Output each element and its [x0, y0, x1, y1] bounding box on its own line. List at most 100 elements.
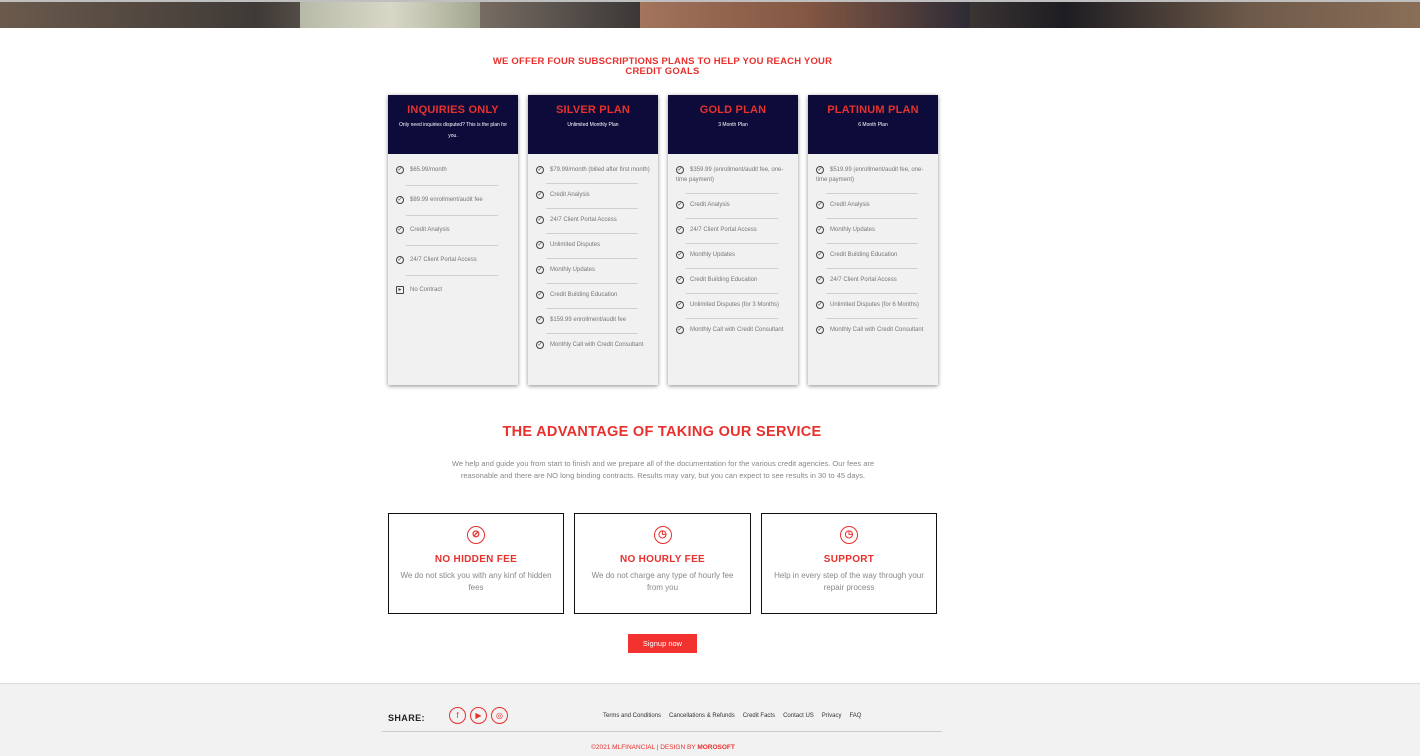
- check-icon: ✓: [816, 276, 824, 284]
- signup-button[interactable]: Signup now: [628, 634, 697, 653]
- plans-container: INQUIRIES ONLY Only need inquiries dispu…: [388, 95, 940, 385]
- share-label: SHARE:: [388, 713, 425, 723]
- plan-feature: ▸ No Contract: [396, 285, 510, 304]
- check-icon: ✓: [536, 291, 544, 299]
- plan-feature: ✓ 24/7 Client Portal Access: [536, 215, 650, 234]
- plan-feature-list: ✓ $359.99 (enrollment/audit fee, one-time…: [668, 154, 798, 344]
- check-icon: ✓: [676, 276, 684, 284]
- plan-feature: ✓ 24/7 Client Portal Access: [816, 275, 930, 294]
- plan-feature: ✓ Credit Building Education: [536, 290, 650, 309]
- plan-feature: ✓ Monthly Call with Credit Consultant: [676, 326, 784, 334]
- plan-feature-list: ✓ $65.99/month ✓ $89.99 enrollment/audit f…: [388, 154, 518, 304]
- check-icon: ✓: [396, 166, 404, 174]
- footer-link-contact[interactable]: Contact US: [783, 713, 814, 719]
- check-icon: ✓: [676, 251, 684, 259]
- feature-box-support: ◷ SUPPORT Help in every step of the way …: [761, 513, 937, 614]
- clock-icon: ◷: [653, 526, 672, 544]
- plan-feature: ✓ Credit Analysis: [816, 200, 930, 219]
- banner-top-line: [0, 0, 1420, 2]
- check-icon: ✓: [676, 326, 684, 334]
- plan-feature: ✓ Unlimited Disputes (for 6 Months): [816, 300, 930, 319]
- plan-subtitle: Unlimited Monthly Plan: [567, 122, 619, 128]
- plan-feature: ✓ $65.99/month: [396, 165, 510, 186]
- plan-name: INQUIRIES ONLY: [407, 104, 499, 116]
- plan-name: PLATINUM PLAN: [827, 104, 919, 116]
- plan-feature: ✓ Monthly Updates: [536, 265, 650, 284]
- check-icon: ✓: [536, 241, 544, 249]
- plan-feature: ✓ Unlimited Disputes: [536, 240, 650, 259]
- plan-feature: ✓ Monthly Updates: [816, 225, 930, 244]
- plan-header: INQUIRIES ONLY Only need inquiries dispu…: [388, 95, 518, 154]
- plan-feature: ✓ Monthly Call with Credit Consultant: [536, 341, 644, 349]
- check-icon: ✓: [396, 226, 404, 234]
- instagram-icon[interactable]: ◎: [491, 707, 508, 724]
- plan-subtitle: Only need inquiries disputed? This is th…: [398, 122, 508, 139]
- hero-banner-image: [0, 0, 1420, 28]
- plan-header: PLATINUM PLAN 6 Month Plan: [808, 95, 938, 154]
- plan-header: SILVER PLAN Unlimited Monthly Plan: [528, 95, 658, 154]
- footer-link-privacy[interactable]: Privacy: [822, 713, 842, 719]
- check-icon: ✓: [536, 341, 544, 349]
- plan-card-inquiries-only: INQUIRIES ONLY Only need inquiries dispu…: [388, 95, 518, 385]
- check-icon: ✓: [536, 216, 544, 224]
- feature-box-text: We do not charge any type of hourly fee …: [591, 571, 734, 592]
- plan-header: GOLD PLAN 3 Month Plan: [668, 95, 798, 154]
- check-icon: ✓: [536, 166, 544, 174]
- feature-box-title: SUPPORT: [823, 554, 875, 565]
- copyright: ©2021 MLFINANCIAL | DESIGN BY MOROSOFT: [380, 744, 946, 751]
- footer-link-terms[interactable]: Terms and Conditions: [603, 713, 661, 719]
- check-icon: ✓: [396, 256, 404, 264]
- youtube-icon[interactable]: ▶: [470, 707, 487, 724]
- plan-subtitle: 6 Month Plan: [858, 122, 888, 128]
- check-icon: ✓: [816, 301, 824, 309]
- banner-money-image: [300, 0, 480, 28]
- plan-feature: ✓ 24/7 Client Portal Access: [676, 225, 790, 244]
- check-icon: ✓: [816, 251, 824, 259]
- check-icon: ✓: [676, 301, 684, 309]
- feature-box-no-hourly-fee: ◷ NO HOURLY FEE We do not charge any typ…: [574, 513, 751, 614]
- plan-feature: ✓ $89.99 enrollment/audit fee: [396, 195, 510, 216]
- check-icon: ✓: [676, 226, 684, 234]
- footer-divider: [382, 731, 942, 732]
- designer-link[interactable]: MOROSOFT: [697, 744, 735, 751]
- check-icon: ✓: [816, 226, 824, 234]
- clock-icon: ◷: [840, 526, 858, 544]
- check-icon: ✓: [816, 166, 824, 174]
- banner-hand-image: [640, 0, 970, 28]
- plan-feature: ✓ Monthly Updates: [676, 250, 790, 269]
- facebook-icon[interactable]: f: [449, 707, 466, 724]
- plan-feature-list: ✓ $519.99 (enrollment/audit fee, one-time…: [808, 154, 938, 344]
- plan-feature: ✓ Monthly Call with Credit Consultant: [816, 326, 924, 334]
- plans-heading: WE OFFER FOUR SUBSCRIPTIONS PLANS TO HEL…: [492, 56, 833, 77]
- feature-box-title: NO HOURLY FEE: [619, 554, 706, 565]
- check-icon: ✓: [816, 201, 824, 209]
- check-icon: ✓: [536, 316, 544, 324]
- plan-feature: ✓ Credit Analysis: [536, 190, 650, 209]
- plan-feature: ✓ $359.99 (enrollment/audit fee, one-time…: [676, 165, 790, 194]
- plan-name: SILVER PLAN: [555, 104, 631, 116]
- plan-feature: ✓ Unlimited Disputes (for 3 Months): [676, 300, 790, 319]
- footer-links: Terms and Conditions Cancellations & Ref…: [603, 713, 861, 719]
- plan-feature: ✓ $159.99 enrollment/audit fee: [536, 315, 650, 334]
- feature-box-title: NO HIDDEN FEE: [434, 554, 518, 565]
- check-icon: ✓: [396, 196, 404, 204]
- plan-feature: ✓ $79.99/month (billed after first month): [536, 165, 650, 184]
- plan-feature: ✓ Credit Analysis: [676, 200, 790, 219]
- check-icon: ✓: [816, 326, 824, 334]
- plan-card-silver: SILVER PLAN Unlimited Monthly Plan ✓ $79.…: [528, 95, 658, 385]
- plan-feature: ✓ $519.99 (enrollment/audit fee, one-time…: [816, 165, 930, 194]
- check-icon: ✓: [536, 191, 544, 199]
- plan-feature-list: ✓ $79.99/month (billed after first month)…: [528, 154, 658, 359]
- no-fee-icon: ⊘: [467, 526, 485, 544]
- check-icon: ✓: [536, 266, 544, 274]
- footer-link-faq[interactable]: FAQ: [849, 713, 861, 719]
- plan-subtitle: 3 Month Plan: [718, 122, 748, 128]
- feature-box-text: Help in every step of the way through yo…: [774, 571, 924, 592]
- footer-link-cancellations[interactable]: Cancellations & Refunds: [669, 713, 735, 719]
- copyright-text: ©2021 MLFINANCIAL | DESIGN BY: [591, 744, 696, 751]
- plan-feature: ✓ Credit Building Education: [676, 275, 790, 294]
- plan-feature: ✓ Credit Building Education: [816, 250, 930, 269]
- footer-link-credit-facts[interactable]: Credit Facts: [743, 713, 775, 719]
- feature-box-no-hidden-fee: ⊘ NO HIDDEN FEE We do not stick you with…: [388, 513, 564, 614]
- footer: SHARE: f ▶ ◎ Terms and Conditions Cancel…: [0, 683, 1420, 756]
